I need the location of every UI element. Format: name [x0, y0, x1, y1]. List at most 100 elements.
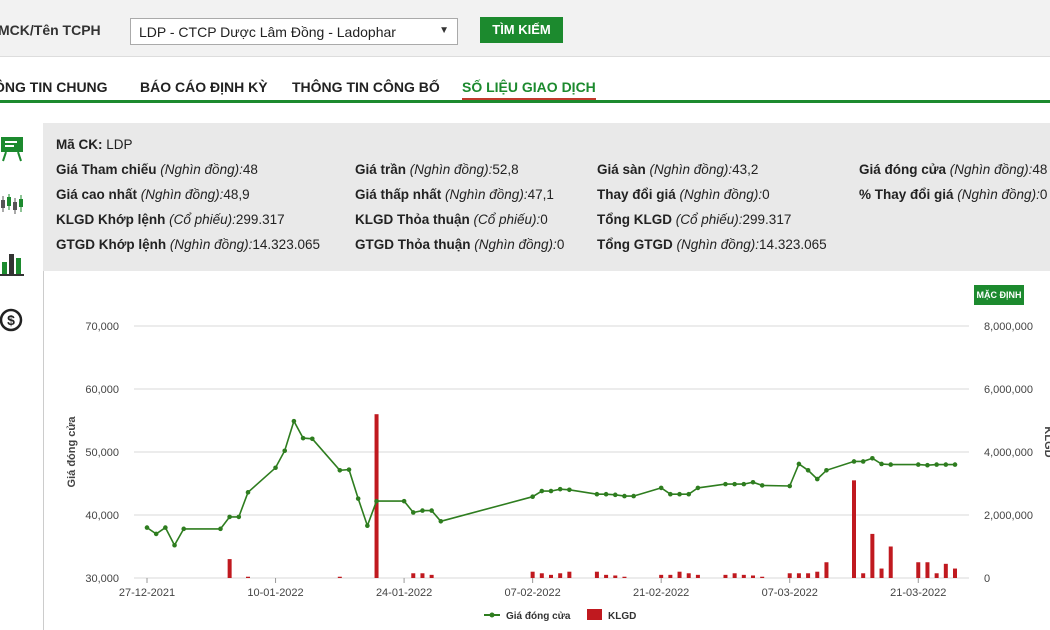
default-view-button[interactable]: MẶC ĐỊNH	[974, 285, 1024, 305]
volume-bar	[539, 573, 544, 578]
info-field-unit: (Nghìn đồng):	[957, 187, 1040, 202]
price-point	[181, 526, 187, 532]
tab-periodic-reports[interactable]: BÁO CÁO ĐỊNH KỲ	[140, 79, 268, 95]
price-point	[723, 481, 728, 487]
volume-bar	[796, 573, 801, 578]
volume-bar	[227, 559, 232, 578]
price-line	[146, 419, 955, 547]
y-tick-label-left: 70,000	[85, 321, 119, 333]
tab-trading-data[interactable]: SỐ LIỆU GIAO DỊCH	[462, 79, 596, 100]
volume-bar	[549, 574, 553, 578]
price-point	[227, 514, 232, 520]
price-point	[236, 514, 242, 520]
volume-bar	[668, 574, 673, 578]
volume-bar	[337, 576, 342, 578]
info-field-label: GTGD Thỏa thuận	[355, 237, 475, 252]
info-field-value: 299.317	[742, 212, 792, 227]
volume-bar	[925, 562, 930, 578]
price-point	[346, 467, 352, 472]
info-field: GTGD Thỏa thuận (Nghìn đồng):0	[355, 237, 564, 252]
dollar-icon[interactable]: $	[0, 305, 26, 335]
x-tick-label: 21-02-2022	[633, 587, 689, 599]
ticker-select-value: LDP - CTCP Dược Lâm Đồng - Ladophar	[139, 24, 396, 40]
y-tick-label-right: 2,000,000	[984, 510, 1033, 522]
price-point	[365, 523, 370, 529]
info-field: % Thay đổi giá (Nghìn đồng):0	[859, 187, 1047, 202]
price-point	[410, 510, 416, 515]
price-point	[603, 491, 609, 497]
bar-chart-icon[interactable]	[0, 248, 26, 278]
left-axis-label: Giá đóng cửa	[66, 416, 78, 488]
volume-bar	[852, 480, 856, 578]
price-point	[759, 483, 765, 488]
info-field-unit: (Nghìn đồng):	[140, 187, 224, 202]
info-field-unit: (Nghìn đồng):	[949, 162, 1033, 177]
price-point	[594, 491, 600, 497]
price-point	[750, 479, 756, 485]
volume-bar	[677, 571, 682, 578]
price-point	[438, 519, 444, 524]
ticker-select[interactable]: LDP - CTCP Dược Lâm Đồng - Ladophar ▼	[130, 18, 458, 45]
board-icon[interactable]	[0, 135, 26, 165]
price-point	[337, 467, 343, 473]
price-point	[420, 508, 425, 513]
legend-label-volume: KLGD	[608, 611, 636, 622]
price-point	[943, 462, 949, 467]
tab-general-info[interactable]: ÔNG TIN CHUNG	[0, 79, 108, 95]
price-point	[567, 487, 572, 493]
x-tick-label: 27-12-2021	[119, 587, 175, 599]
info-field-label: KLGD Khớp lệnh	[56, 212, 170, 227]
volume-bar	[760, 576, 765, 578]
price-point	[429, 508, 434, 513]
volume-bar	[613, 575, 618, 578]
info-field-unit: (Nghìn đồng):	[169, 237, 253, 252]
y-tick-label-right: 4,000,000	[984, 447, 1033, 459]
tab-disclosures[interactable]: THÔNG TIN CÔNG BỐ	[292, 79, 440, 95]
price-point	[952, 462, 958, 467]
volume-bar	[879, 568, 884, 578]
right-axis-label: KLGD	[1042, 426, 1050, 457]
price-point	[860, 459, 866, 464]
volume-bar	[686, 573, 691, 578]
info-field-label: Giá thấp nhất	[355, 187, 446, 202]
volume-bar	[824, 562, 829, 578]
volume-bar	[420, 573, 425, 578]
price-point	[805, 467, 811, 473]
info-field: Giá Tham chiếu (Nghìn đồng):48	[56, 162, 258, 177]
price-point	[300, 435, 306, 441]
volume-bar	[916, 562, 921, 578]
info-field: Giá sàn (Nghìn đồng):43,2	[597, 162, 758, 177]
ma-ck-field: Mã CK: LDP	[56, 137, 133, 152]
info-field-value: 0	[556, 237, 565, 252]
price-point	[309, 436, 315, 442]
info-field-value: 43,2	[732, 162, 759, 177]
price-point	[934, 462, 939, 467]
price-volume-chart: MẶC ĐỊNH 70,000 8,000,000 60,000 6,000,000 5…	[43, 271, 1050, 630]
price-point	[668, 491, 673, 497]
price-point	[879, 461, 884, 467]
price-point	[530, 494, 535, 500]
search-button[interactable]: TÌM KIẾM	[480, 17, 563, 43]
y-tick-label-left: 40,000	[85, 510, 119, 522]
info-field: Tổng KLGD (Cổ phiếu):299.317	[597, 212, 791, 227]
price-point	[658, 485, 664, 491]
price-point	[153, 531, 159, 537]
info-field-label: Giá trần	[355, 162, 410, 177]
candlestick-icon[interactable]	[0, 192, 26, 222]
volume-bar	[732, 573, 737, 578]
price-point	[612, 492, 618, 498]
info-field: Tổng GTGD (Nghìn đồng):14.323.065	[597, 237, 827, 252]
volume-bar	[888, 546, 893, 578]
volume-bar	[751, 575, 755, 578]
info-field-value: 0	[762, 187, 770, 202]
price-point	[355, 496, 361, 501]
info-field-value: 48,9	[223, 187, 250, 202]
info-field-label: Tổng KLGD	[597, 212, 676, 227]
info-field-unit: (Cổ phiếu):	[473, 212, 541, 227]
info-field-unit: (Cổ phiếu):	[675, 212, 743, 227]
info-field: GTGD Khớp lệnh (Nghìn đồng):14.323.065	[56, 237, 320, 252]
info-field-label: KLGD Thỏa thuận	[355, 212, 474, 227]
info-field: Thay đổi giá (Nghìn đồng):0	[597, 187, 770, 202]
info-field-value: 0	[540, 212, 548, 227]
price-point	[787, 483, 793, 489]
